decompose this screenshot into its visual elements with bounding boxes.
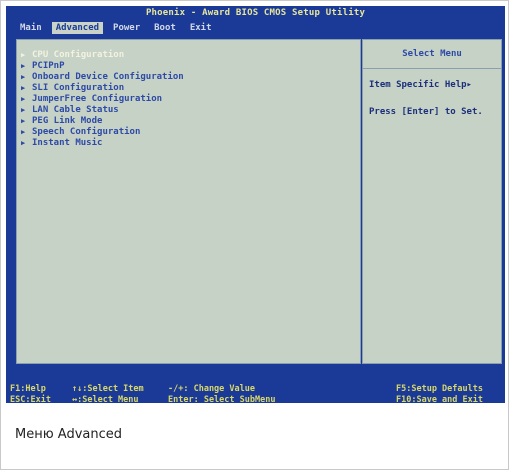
option-jumperfree-configuration[interactable]: ▶ JumperFree Configuration: [21, 94, 360, 105]
help-text-press-enter: Press [Enter] to Set.: [369, 107, 483, 117]
option-label: Speech Configuration: [32, 127, 141, 137]
submenu-arrow-icon: ▶: [21, 95, 26, 103]
option-label: JumperFree Configuration: [32, 94, 163, 104]
submenu-arrow-icon: ▶: [21, 117, 26, 125]
menu-exit[interactable]: Exit: [186, 22, 216, 34]
key-f10-save-exit: F10:Save and Exit: [396, 395, 483, 403]
key-select-item: ↑↓:Select Item: [72, 384, 144, 394]
help-text-item-specific: Item Specific Help▸: [369, 80, 472, 90]
key-help-row: F1:Help ↑↓:Select Item -/+: Change Value…: [6, 384, 505, 395]
menu-main[interactable]: Main: [16, 22, 46, 34]
option-label: LAN Cable Status: [32, 105, 119, 115]
option-peg-link-mode[interactable]: ▶ PEG Link Mode: [21, 116, 360, 127]
key-help-bar: F1:Help ↑↓:Select Item -/+: Change Value…: [6, 384, 505, 403]
option-label: CPU Configuration: [32, 50, 125, 60]
option-label: PCIPnP: [32, 61, 65, 71]
options-panel: ▶ CPU Configuration ▶ PCIPnP ▶ Onboard D…: [16, 39, 361, 364]
option-label: PEG Link Mode: [32, 116, 103, 126]
submenu-arrow-icon: ▶: [21, 73, 26, 81]
menu-bar: Main Advanced Power Boot Exit: [6, 20, 505, 36]
option-label: Instant Music: [32, 138, 103, 148]
option-label: SLI Configuration: [32, 83, 125, 93]
figure-caption: Меню Advanced: [15, 427, 123, 442]
submenu-arrow-icon: ▶: [21, 62, 26, 70]
option-lan-cable-status[interactable]: ▶ LAN Cable Status: [21, 105, 360, 116]
option-label: Onboard Device Configuration: [32, 72, 184, 82]
key-select-menu: ↔:Select Menu: [72, 395, 139, 403]
menu-power[interactable]: Power: [109, 22, 144, 34]
option-speech-configuration[interactable]: ▶ Speech Configuration: [21, 127, 360, 138]
key-help-row: ESC:Exit ↔:Select Menu Enter: Select Sub…: [6, 395, 505, 403]
key-esc-exit: ESC:Exit: [10, 395, 51, 403]
bios-title: Phoenix - Award BIOS CMOS Setup Utility: [145, 8, 366, 18]
key-select-submenu: Enter: Select SubMenu: [168, 395, 276, 403]
key-f5-defaults: F5:Setup Defaults: [396, 384, 483, 394]
figure-frame: Phoenix - Award BIOS CMOS Setup Utility …: [0, 0, 509, 470]
option-onboard-device-configuration[interactable]: ▶ Onboard Device Configuration: [21, 72, 360, 83]
option-sli-configuration[interactable]: ▶ SLI Configuration: [21, 83, 360, 94]
key-f1-help: F1:Help: [10, 384, 46, 394]
option-cpu-configuration[interactable]: ▶ CPU Configuration: [21, 50, 360, 61]
submenu-arrow-icon: ▶: [21, 106, 26, 114]
help-title: Select Menu: [363, 49, 501, 69]
submenu-arrow-icon: ▶: [21, 128, 26, 136]
submenu-arrow-icon: ▶: [21, 139, 26, 147]
bios-screen: Phoenix - Award BIOS CMOS Setup Utility …: [6, 6, 505, 403]
option-pcipnp[interactable]: ▶ PCIPnP: [21, 61, 360, 72]
menu-boot[interactable]: Boot: [150, 22, 180, 34]
submenu-arrow-icon: ▶: [21, 84, 26, 92]
key-change-value: -/+: Change Value: [168, 384, 255, 394]
menu-advanced[interactable]: Advanced: [51, 22, 104, 34]
help-panel: Select Menu Item Specific Help▸ Press [E…: [362, 39, 502, 364]
submenu-arrow-icon: ▶: [21, 51, 26, 59]
option-instant-music[interactable]: ▶ Instant Music: [21, 138, 360, 149]
